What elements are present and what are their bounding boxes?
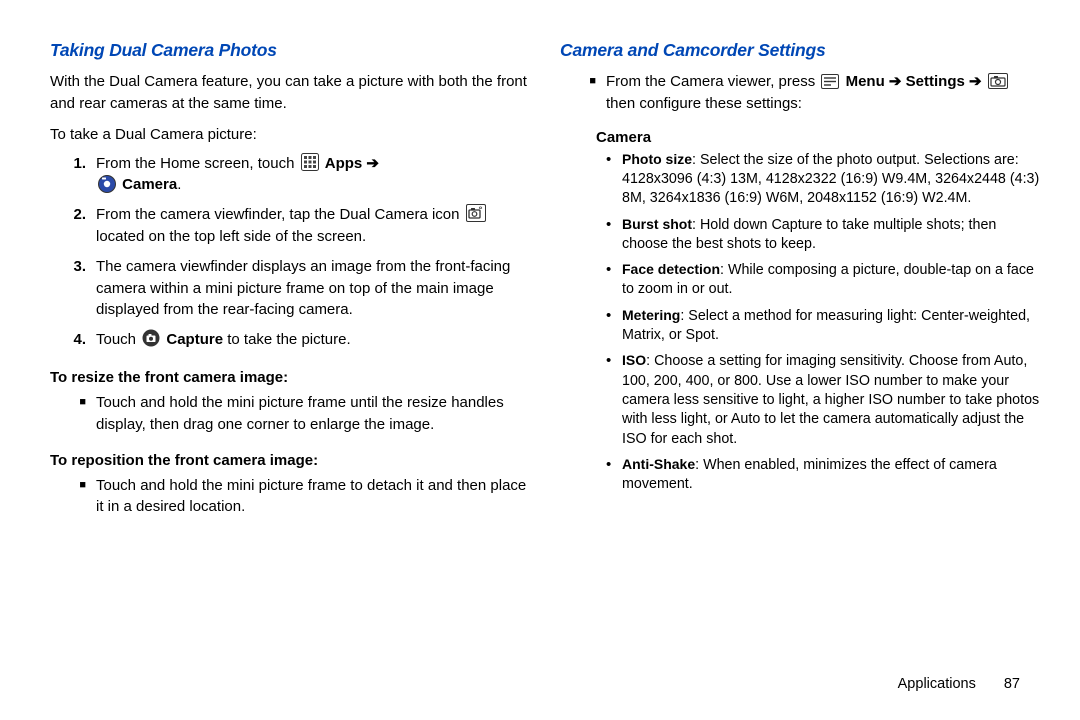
bullet-icon: ■ [50, 475, 96, 496]
category-camera: Camera [596, 129, 1040, 146]
subhead-resize: To resize the front camera image: [50, 369, 530, 386]
bold-apps: Apps [325, 155, 363, 172]
footer-page-number: 87 [1004, 676, 1020, 692]
text: Burst shot: Hold down Capture to take mu… [622, 215, 1040, 255]
list-item: ■ From the Camera viewer, press Menu ➔ S… [560, 71, 1040, 115]
arrow: ➔ [885, 73, 906, 90]
text: Photo size: Select the size of the photo… [622, 150, 1040, 209]
page: Taking Dual Camera Photos With the Dual … [0, 0, 1080, 720]
step-1: 1. From the Home screen, touch Apps ➔ Ca… [50, 153, 530, 197]
step-number: 4. [50, 329, 96, 351]
setting-anti-shake: • Anti-Shake: When enabled, minimizes th… [606, 455, 1040, 495]
label: Face detection [622, 261, 720, 277]
text: located on the top left side of the scre… [96, 228, 366, 245]
desc: : Choose a setting for imaging sensitivi… [622, 353, 1039, 446]
label: ISO [622, 352, 646, 368]
text: Anti-Shake: When enabled, minimizes the … [622, 455, 1040, 495]
desc: : Select a method for measuring light: C… [622, 308, 1030, 343]
step-body: From the Home screen, touch Apps ➔ Camer… [96, 153, 530, 197]
page-footer: Applications 87 [898, 676, 1020, 692]
text: From the Camera viewer, press [606, 73, 819, 90]
camera-outline-icon [988, 71, 1008, 93]
step-number: 3. [50, 256, 96, 278]
label: Photo size [622, 151, 692, 167]
footer-section: Applications [898, 676, 976, 692]
text: Metering: Select a method for measuring … [622, 306, 1040, 346]
list-item: ■ Touch and hold the mini picture frame … [50, 392, 530, 436]
step-2: 2. From the camera viewfinder, tap the D… [50, 204, 530, 248]
intro-para-2: To take a Dual Camera picture: [50, 124, 530, 145]
settings-lead-list: ■ From the Camera viewer, press Menu ➔ S… [560, 71, 1040, 121]
setting-photo-size: • Photo size: Select the size of the pho… [606, 150, 1040, 209]
dual-camera-icon [466, 204, 486, 226]
arrow: ➔ [965, 73, 986, 90]
bullet-icon: • [606, 455, 622, 475]
text: From the camera viewfinder, tap the Dual… [96, 206, 464, 223]
setting-burst-shot: • Burst shot: Hold down Capture to take … [606, 215, 1040, 255]
capture-button-icon [142, 329, 160, 351]
setting-metering: • Metering: Select a method for measurin… [606, 306, 1040, 346]
heading-dual-camera: Taking Dual Camera Photos [50, 40, 530, 61]
step-3: 3. The camera viewfinder displays an ima… [50, 256, 530, 321]
text: Touch and hold the mini picture frame un… [96, 392, 530, 436]
text: ISO: Choose a setting for imaging sensit… [622, 351, 1040, 448]
bullet-icon: • [606, 260, 622, 280]
right-column: Camera and Camcorder Settings ■ From the… [560, 40, 1040, 690]
menu-icon [821, 71, 839, 93]
step-number: 1. [50, 153, 96, 175]
text: Face detection: While composing a pictur… [622, 260, 1040, 300]
list-item: ■ Touch and hold the mini picture frame … [50, 475, 530, 519]
setting-iso: • ISO: Choose a setting for imaging sens… [606, 351, 1040, 448]
step-body: From the camera viewfinder, tap the Dual… [96, 204, 530, 248]
subhead-reposition: To reposition the front camera image: [50, 452, 530, 469]
arrow: ➔ [362, 155, 379, 172]
label: Burst shot [622, 216, 692, 232]
reposition-list: ■ Touch and hold the mini picture frame … [50, 475, 530, 525]
intro-para-1: With the Dual Camera feature, you can ta… [50, 71, 530, 115]
text: Touch and hold the mini picture frame to… [96, 475, 530, 519]
resize-list: ■ Touch and hold the mini picture frame … [50, 392, 530, 442]
bullet-icon: • [606, 351, 622, 371]
text: From the Home screen, touch [96, 155, 299, 172]
text: . [177, 176, 181, 193]
apps-grid-icon [301, 153, 319, 175]
text: to take the picture. [223, 331, 351, 348]
dual-camera-steps: 1. From the Home screen, touch Apps ➔ Ca… [50, 153, 530, 360]
text: Touch [96, 331, 140, 348]
setting-face-detection: • Face detection: While composing a pict… [606, 260, 1040, 300]
text: From the Camera viewer, press Menu ➔ Set… [606, 71, 1040, 115]
step-body: Touch Capture to take the picture. [96, 329, 530, 351]
bullet-icon: • [606, 150, 622, 170]
camera-app-icon [98, 175, 116, 197]
bullet-icon: ■ [50, 392, 96, 413]
heading-settings: Camera and Camcorder Settings [560, 40, 1040, 61]
step-number: 2. [50, 204, 96, 226]
step-body: The camera viewfinder displays an image … [96, 256, 530, 321]
bullet-icon: • [606, 306, 622, 326]
bullet-icon: ■ [560, 71, 606, 92]
left-column: Taking Dual Camera Photos With the Dual … [50, 40, 530, 690]
bold-camera: Camera [122, 176, 177, 193]
text: then configure these settings: [606, 95, 802, 112]
bold-menu: Menu [846, 73, 885, 90]
camera-settings-list: • Photo size: Select the size of the pho… [606, 150, 1040, 501]
bullet-icon: • [606, 215, 622, 235]
step-4: 4. Touch Capture to take the picture. [50, 329, 530, 351]
bold-capture: Capture [166, 331, 223, 348]
label: Anti-Shake [622, 456, 695, 472]
label: Metering [622, 307, 680, 323]
bold-settings: Settings [906, 73, 965, 90]
